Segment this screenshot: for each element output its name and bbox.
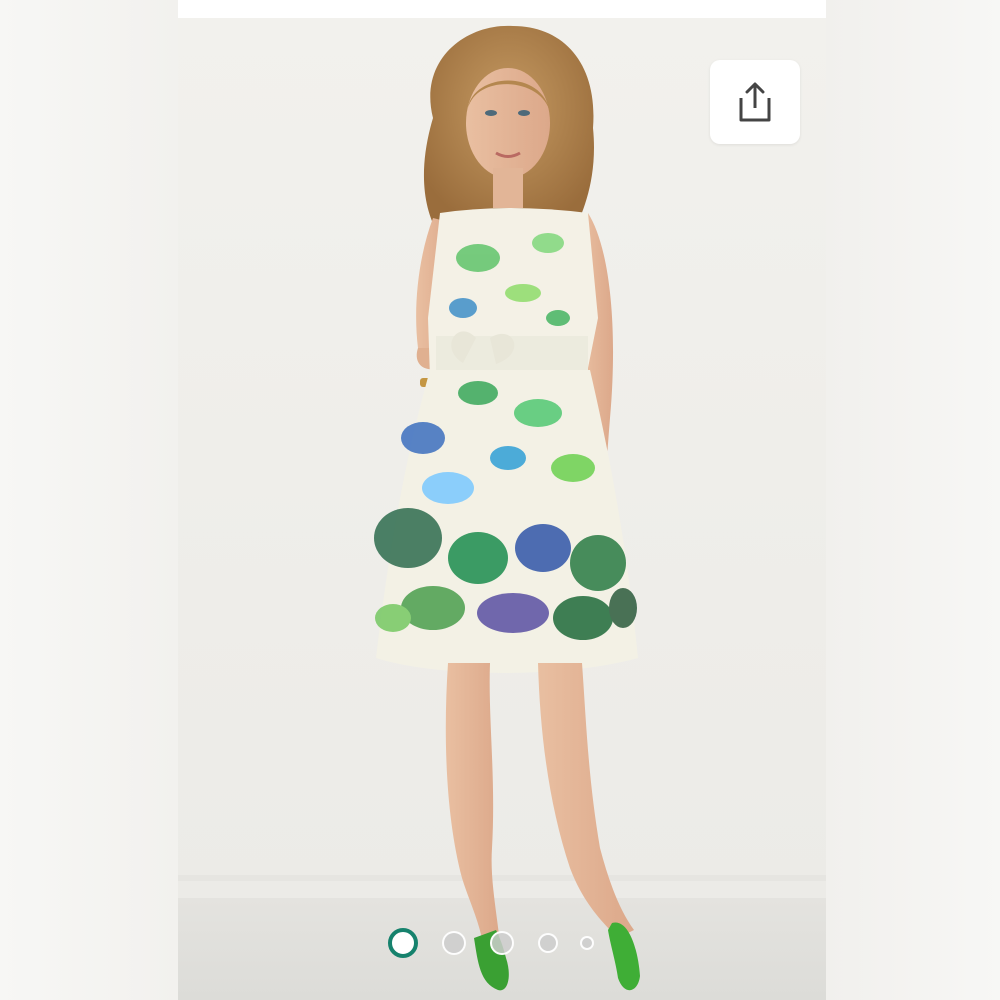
carousel-dot-3[interactable] [490, 931, 514, 955]
product-photo [178, 18, 826, 1000]
right-margin [826, 0, 1000, 1000]
carousel-dot-2[interactable] [442, 931, 466, 955]
carousel-dot-5[interactable] [580, 936, 594, 950]
product-photo-viewer[interactable] [178, 18, 826, 1000]
left-margin [0, 0, 178, 1000]
share-button[interactable] [710, 60, 800, 144]
top-strip [178, 0, 826, 18]
share-icon [739, 82, 771, 122]
carousel-dot-4[interactable] [538, 933, 558, 953]
carousel-dot-1[interactable] [388, 928, 418, 958]
carousel-indicator [388, 928, 608, 958]
